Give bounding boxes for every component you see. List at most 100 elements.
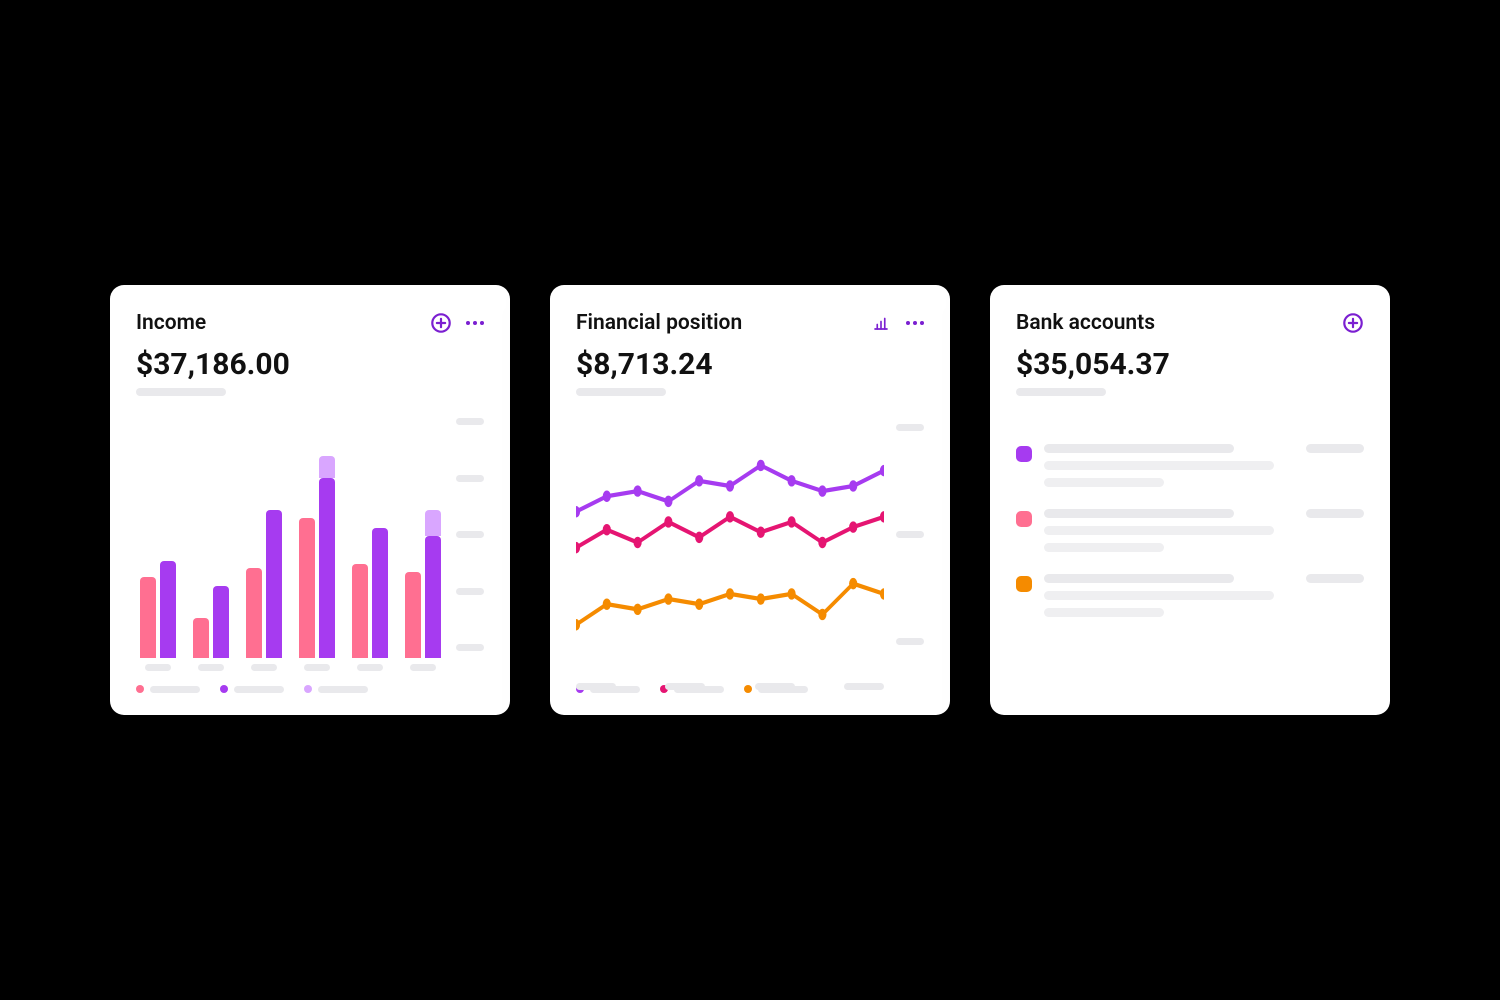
position-chart xyxy=(576,414,924,671)
bar-pink xyxy=(352,564,368,658)
more-icon[interactable] xyxy=(466,321,484,325)
line-point xyxy=(757,460,765,471)
more-icon[interactable] xyxy=(906,321,924,325)
account-value-placeholder xyxy=(1306,509,1364,518)
line-point xyxy=(695,598,703,609)
bar-purple-light xyxy=(425,510,441,535)
bar-purple xyxy=(319,478,335,658)
line-point xyxy=(757,593,765,604)
bank-card: Bank accounts $35,054.37 xyxy=(990,285,1390,715)
bar-purple xyxy=(160,561,176,658)
account-name-placeholder xyxy=(1044,509,1234,518)
bar-chart-icon[interactable] xyxy=(870,312,892,334)
account-body xyxy=(1044,444,1364,487)
account-value-placeholder xyxy=(1306,444,1364,453)
position-card-header: Financial position xyxy=(576,311,924,335)
income-title: Income xyxy=(136,311,206,335)
income-card: Income $37,186.00 xyxy=(110,285,510,715)
position-card: Financial position $8,713.24 xyxy=(550,285,950,715)
bar-group xyxy=(401,478,444,671)
bar-pink xyxy=(193,618,209,658)
line-point xyxy=(787,588,795,599)
x-tick-placeholder xyxy=(304,664,330,671)
legend-label-placeholder xyxy=(234,686,284,693)
line-point xyxy=(726,480,734,491)
bar-pink xyxy=(140,577,156,658)
position-amount: $8,713.24 xyxy=(576,347,924,382)
line-point xyxy=(818,609,826,620)
account-color-icon xyxy=(1016,511,1032,527)
account-line-placeholder xyxy=(1044,526,1274,535)
legend-label-placeholder xyxy=(318,686,368,693)
account-name-placeholder xyxy=(1044,444,1234,453)
legend-item xyxy=(220,685,284,693)
line-point xyxy=(818,485,826,496)
bank-accounts-list xyxy=(1016,444,1364,693)
account-value-placeholder xyxy=(1306,574,1364,583)
legend-dot-icon xyxy=(220,685,228,693)
line-point xyxy=(603,598,611,609)
bar-purple-light xyxy=(319,456,335,478)
line-point xyxy=(633,537,641,548)
bank-amount: $35,054.37 xyxy=(1016,347,1364,382)
bar-group xyxy=(189,478,232,671)
bank-subtitle-placeholder xyxy=(1016,388,1106,396)
position-actions xyxy=(870,312,924,334)
bank-title: Bank accounts xyxy=(1016,311,1155,335)
account-line-placeholder xyxy=(1044,608,1164,617)
line-point xyxy=(849,480,857,491)
position-y-ticks xyxy=(896,414,924,671)
x-tick-placeholder xyxy=(410,664,436,671)
position-title: Financial position xyxy=(576,311,742,335)
bar-purple xyxy=(213,586,229,658)
legend-dot-icon xyxy=(304,685,312,693)
bar-purple xyxy=(266,510,282,658)
position-subtitle-placeholder xyxy=(576,388,666,396)
legend-label-placeholder xyxy=(150,686,200,693)
account-name-placeholder xyxy=(1044,574,1234,583)
account-item[interactable] xyxy=(1016,444,1364,487)
cards-row: Income $37,186.00 Financial position xyxy=(50,285,1450,715)
line-point xyxy=(664,593,672,604)
x-tick-placeholder xyxy=(251,664,277,671)
bar-group xyxy=(242,478,285,671)
income-legend xyxy=(136,685,484,693)
line-point xyxy=(695,532,703,543)
account-body xyxy=(1044,574,1364,617)
bar-group xyxy=(348,478,391,671)
account-item[interactable] xyxy=(1016,574,1364,617)
legend-item xyxy=(304,685,368,693)
line-point xyxy=(695,475,703,486)
account-line-placeholder xyxy=(1044,461,1274,470)
income-y-ticks xyxy=(456,414,484,671)
position-x-ticks xyxy=(576,683,884,690)
line-point xyxy=(787,475,795,486)
account-color-icon xyxy=(1016,576,1032,592)
x-tick-placeholder xyxy=(357,664,383,671)
add-icon[interactable] xyxy=(1342,312,1364,334)
bar-pink xyxy=(299,518,315,658)
bar-purple xyxy=(425,536,441,658)
line-point xyxy=(849,521,857,532)
line-point xyxy=(603,491,611,502)
line-point xyxy=(726,511,734,522)
legend-item xyxy=(136,685,200,693)
account-item[interactable] xyxy=(1016,509,1364,552)
bank-card-header: Bank accounts xyxy=(1016,311,1364,335)
bank-actions xyxy=(1342,312,1364,334)
account-line-placeholder xyxy=(1044,543,1164,552)
account-line-placeholder xyxy=(1044,478,1164,487)
bar-pink xyxy=(405,572,421,658)
line-point xyxy=(757,527,765,538)
account-body xyxy=(1044,509,1364,552)
line-point xyxy=(880,588,884,599)
add-icon[interactable] xyxy=(430,312,452,334)
line-point xyxy=(664,516,672,527)
account-line-placeholder xyxy=(1044,591,1274,600)
income-amount: $37,186.00 xyxy=(136,347,484,382)
line-point xyxy=(818,537,826,548)
line-point xyxy=(633,485,641,496)
bar-group xyxy=(295,478,338,671)
line-point xyxy=(664,496,672,507)
line-point xyxy=(726,588,734,599)
